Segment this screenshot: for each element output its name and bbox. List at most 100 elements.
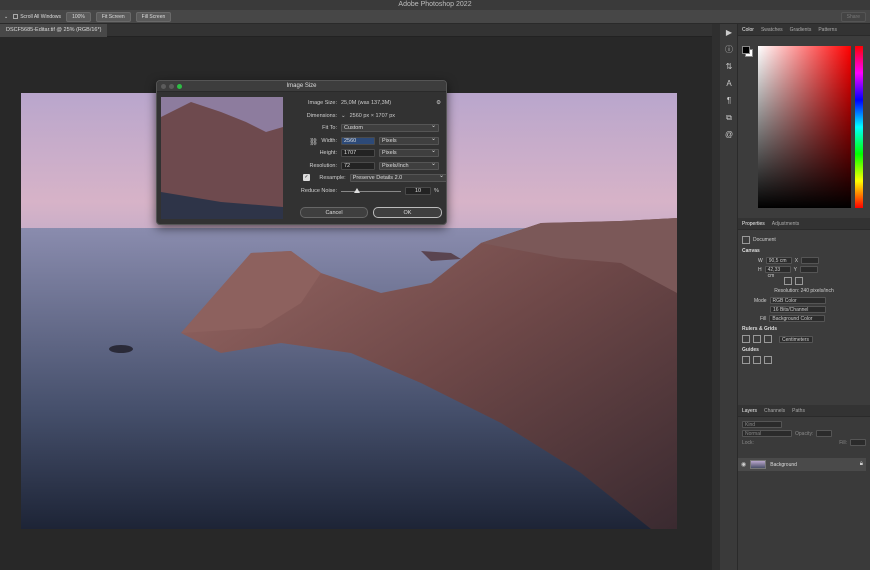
image-size-dialog: Image Size Image Size: 25,0M (was 137,3M)…: [156, 80, 448, 225]
layer-thumbnail: [750, 460, 767, 469]
fit-to-label: Fit To:: [322, 124, 337, 131]
document-label: Document: [753, 237, 776, 243]
fill-screen-button[interactable]: Fill Screen: [135, 11, 172, 22]
guide-layout-icon[interactable]: [764, 356, 772, 364]
document-tab-bar: DSCF5685-Editar.tif @ 25% (RGB/16*): [0, 24, 720, 37]
mode-select[interactable]: RGB Color: [769, 297, 826, 304]
guides-icon[interactable]: [742, 356, 750, 364]
canvas-x-field[interactable]: [801, 257, 820, 264]
dimensions-value: 2560 px × 1707 px: [349, 112, 396, 119]
pixel-grid-icon[interactable]: [764, 335, 772, 343]
image-preview[interactable]: [161, 97, 283, 219]
resample-checkbox[interactable]: ✓: [303, 174, 310, 181]
link-chain-icon[interactable]: ⛓: [309, 138, 318, 146]
resolution-label: Resolution:: [309, 162, 337, 169]
bit-depth-select[interactable]: 16 Bits/Channel: [770, 306, 826, 313]
gear-icon[interactable]: ⚙: [436, 100, 441, 106]
tab-channels[interactable]: Channels: [764, 408, 785, 414]
guides-title[interactable]: Guides: [742, 347, 866, 353]
reduce-noise-slider[interactable]: [341, 187, 401, 195]
canvas-section-title[interactable]: Canvas: [742, 248, 866, 254]
canvas-width-field[interactable]: 90,5 cm: [765, 257, 792, 264]
resolution-input[interactable]: 72: [341, 161, 375, 170]
layer-row-background[interactable]: ◉ Background 🔒︎: [738, 458, 866, 471]
tab-properties[interactable]: Properties: [742, 221, 765, 227]
fit-screen-button[interactable]: Fit Screen: [95, 11, 131, 22]
reduce-noise-label: Reduce Noise:: [300, 187, 337, 194]
tool-dropdown[interactable]: ⌄: [4, 14, 8, 20]
tab-patterns[interactable]: Patterns: [818, 27, 837, 33]
checkbox-icon[interactable]: [13, 13, 19, 19]
fill-field[interactable]: [850, 439, 866, 446]
reduce-noise-unit: %: [434, 187, 439, 194]
image-size-value: 25,0M (was 137,3M): [341, 99, 392, 106]
fg-bg-swatches[interactable]: [742, 46, 754, 58]
landscape-icon[interactable]: [795, 277, 803, 285]
width-unit-select[interactable]: Pixels: [379, 136, 439, 145]
vertical-scrollbar[interactable]: [712, 24, 720, 570]
height-unit-select[interactable]: Pixels: [379, 148, 439, 157]
info-icon[interactable]: ⓘ: [720, 41, 738, 58]
share-button[interactable]: Share: [840, 12, 866, 22]
glyphs-icon[interactable]: @: [720, 126, 738, 143]
tab-swatches[interactable]: Swatches: [761, 27, 783, 33]
brush-settings-icon[interactable]: ⇅: [720, 58, 738, 75]
height-input[interactable]: 1707: [341, 148, 375, 157]
canvas-y-field[interactable]: [799, 266, 818, 273]
units-select[interactable]: Centimeters: [779, 335, 813, 343]
dimensions-label: Dimensions:: [306, 112, 337, 119]
fit-to-select[interactable]: Custom: [341, 123, 439, 132]
tab-adjustments[interactable]: Adjustments: [772, 221, 800, 227]
h-label: H: [758, 266, 762, 273]
portrait-icon[interactable]: [784, 277, 792, 285]
resolution-text: Resolution: 240 pixels/inch: [774, 288, 834, 294]
document-tab[interactable]: DSCF5685-Editar.tif @ 25% (RGB/16*): [0, 24, 108, 37]
x-label: X: [794, 257, 799, 264]
scroll-all-windows[interactable]: Scroll All Windows: [13, 14, 61, 20]
ok-button[interactable]: OK: [373, 207, 442, 218]
tab-color[interactable]: Color: [742, 27, 754, 33]
fill-select[interactable]: Background Color: [769, 315, 826, 322]
resample-label: Resample:: [319, 174, 346, 181]
canvas-height-field[interactable]: 42,33 cm: [764, 266, 791, 279]
height-label: Height:: [319, 149, 337, 156]
fill-label: Fill: [760, 315, 767, 322]
opacity-label: Opacity:: [795, 430, 814, 437]
chevron-down-icon[interactable]: ⌄: [341, 113, 346, 119]
new-guide-icon[interactable]: [753, 356, 761, 364]
tab-paths[interactable]: Paths: [792, 408, 805, 414]
tab-gradients[interactable]: Gradients: [790, 27, 812, 33]
zoom-100-button[interactable]: 100%: [66, 11, 91, 22]
w-label: W: [758, 257, 763, 264]
close-dot-icon[interactable]: [161, 84, 166, 89]
fill-label: Fill:: [839, 439, 847, 446]
y-label: Y: [793, 266, 797, 273]
cancel-button[interactable]: Cancel: [300, 207, 368, 218]
resample-select[interactable]: Preserve Details 2.0: [349, 173, 448, 182]
lock-icon[interactable]: 🔒︎: [860, 461, 863, 468]
tab-layers[interactable]: Layers: [742, 408, 757, 414]
reduce-noise-input[interactable]: 10: [405, 186, 431, 195]
hue-slider[interactable]: [855, 46, 863, 208]
image-size-label: Image Size:: [307, 99, 337, 106]
color-field[interactable]: [758, 46, 851, 208]
document-icon: [742, 236, 750, 244]
play-icon[interactable]: ▶: [720, 24, 738, 41]
visibility-eye-icon[interactable]: ◉: [741, 461, 746, 468]
opacity-field[interactable]: [816, 430, 833, 437]
kind-filter[interactable]: Kind: [742, 421, 782, 428]
paragraph-icon[interactable]: ¶: [720, 92, 738, 109]
ruler-icon[interactable]: [742, 335, 750, 343]
width-input[interactable]: 2560: [341, 136, 375, 145]
rulers-grids-title[interactable]: Rulers & Grids: [742, 326, 866, 332]
dialog-title: Image Size: [286, 83, 317, 89]
slider-thumb[interactable]: [354, 187, 360, 193]
resolution-unit-select[interactable]: Pixels/Inch: [379, 161, 439, 170]
zoom-dot-icon[interactable]: [177, 84, 182, 89]
minimize-dot-icon[interactable]: [169, 84, 174, 89]
blend-mode-select[interactable]: Normal: [742, 430, 792, 437]
dialog-title-bar: Image Size: [157, 81, 446, 92]
grid-icon[interactable]: [753, 335, 761, 343]
character-icon[interactable]: A: [720, 75, 738, 92]
clone-source-icon[interactable]: ⧉: [720, 109, 738, 126]
